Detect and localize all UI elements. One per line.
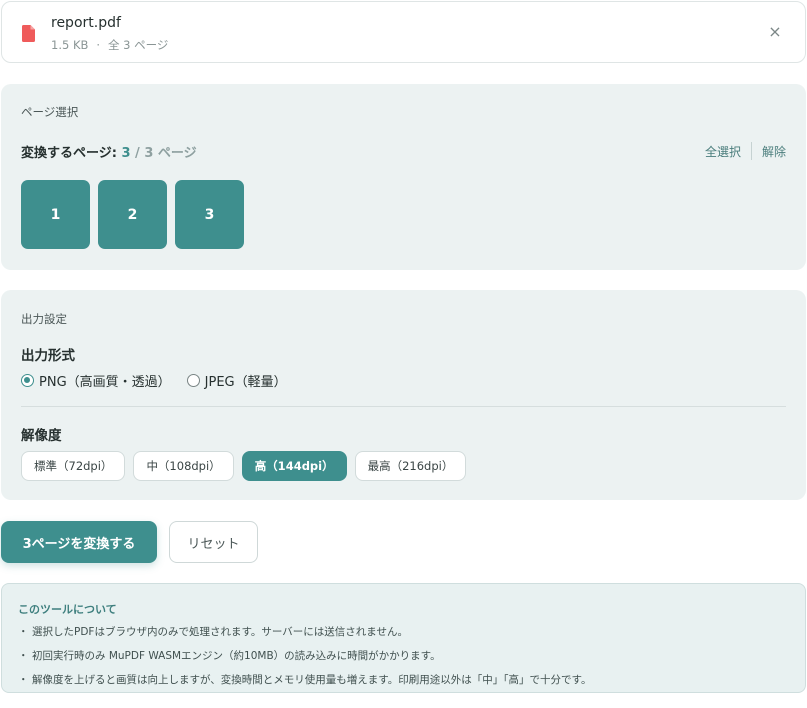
format-png-label: PNG（高画質・透過） — [39, 375, 171, 390]
output-settings-panel: 出力設定 出力形式 PNG（高画質・透過） JPEG（軽量） 解像度 標準（72… — [1, 290, 806, 500]
info-title: このツールについて — [18, 603, 117, 616]
info-list: ・選択したPDFはブラウザ内のみで処理されます。サーバーには送信されません。 ・… — [18, 625, 591, 697]
page-tiles: 1 2 3 — [21, 180, 244, 249]
pdf-file-icon — [22, 25, 35, 42]
format-jpeg-label: JPEG（軽量） — [204, 375, 287, 390]
page-select-label: ページ選択 — [21, 105, 79, 119]
info-item-text: 初回実行時のみ MuPDF WASMエンジン（約10MB）の読み込みに時間がかか… — [32, 650, 441, 662]
format-option-jpeg[interactable]: JPEG（軽量） — [186, 371, 287, 390]
page-tile-2[interactable]: 2 — [98, 180, 167, 249]
file-meta: 1.5 KB · 全 3 ページ — [51, 37, 168, 53]
file-name: report.pdf — [51, 15, 121, 31]
info-item: ・解像度を上げると画質は向上しますが、変換時間とメモリ使用量も増えます。印刷用途… — [18, 673, 591, 697]
pages-summary: 変換するページ: 3 / 3 ページ — [21, 142, 197, 161]
select-links: 全選択 解除 — [705, 142, 786, 160]
page-tile-3[interactable]: 3 — [175, 180, 244, 249]
resolution-options: 標準（72dpi） 中（108dpi） 高（144dpi） 最高（216dpi） — [21, 451, 467, 481]
close-icon[interactable]: × — [767, 24, 783, 40]
output-settings-label: 出力設定 — [21, 312, 67, 326]
resolution-standard-button[interactable]: 標準（72dpi） — [21, 451, 126, 481]
info-item: ・初回実行時のみ MuPDF WASMエンジン（約10MB）の読み込みに時間がか… — [18, 649, 591, 673]
resolution-heading: 解像度 — [21, 428, 62, 444]
file-page-count: 全 3 ページ — [108, 38, 169, 52]
link-divider — [750, 142, 752, 160]
resolution-max-button[interactable]: 最高（216dpi） — [354, 451, 467, 481]
info-bullet: ・ — [18, 674, 29, 686]
radio-jpeg[interactable] — [186, 374, 200, 387]
selected-count: 3 — [121, 146, 131, 161]
page-tile-1[interactable]: 1 — [21, 180, 90, 249]
info-item-text: 解像度を上げると画質は向上しますが、変換時間とメモリ使用量も増えます。印刷用途以… — [32, 674, 592, 686]
info-bullet: ・ — [18, 626, 29, 638]
info-bullet: ・ — [18, 650, 29, 662]
total-pages: / 3 ページ — [130, 146, 197, 161]
clear-selection-link[interactable]: 解除 — [762, 143, 786, 160]
meta-separator: · — [96, 38, 101, 52]
page-select-panel: ページ選択 変換するページ: 3 / 3 ページ 全選択 解除 1 2 3 — [1, 84, 806, 270]
format-option-png[interactable]: PNG（高画質・透過） — [21, 371, 171, 390]
file-size: 1.5 KB — [51, 38, 89, 52]
info-item-text: 選択したPDFはブラウザ内のみで処理されます。サーバーには送信されません。 — [32, 626, 408, 638]
file-card: report.pdf 1.5 KB · 全 3 ページ × — [1, 1, 806, 63]
format-heading: 出力形式 — [21, 348, 75, 364]
resolution-high-button[interactable]: 高（144dpi） — [241, 451, 347, 481]
resolution-medium-button[interactable]: 中（108dpi） — [133, 451, 234, 481]
convert-button[interactable]: 3ページを変換する — [1, 521, 157, 563]
reset-button[interactable]: リセット — [169, 521, 258, 563]
radio-png[interactable] — [21, 374, 34, 387]
info-item: ・選択したPDFはブラウザ内のみで処理されます。サーバーには送信されません。 — [18, 625, 591, 649]
info-box: このツールについて ・選択したPDFはブラウザ内のみで処理されます。サーバーには… — [1, 583, 806, 693]
select-all-link[interactable]: 全選択 — [705, 143, 741, 160]
summary-prefix: 変換するページ: — [21, 146, 122, 161]
format-options: PNG（高画質・透過） JPEG（軽量） — [21, 371, 287, 390]
settings-divider — [21, 406, 786, 407]
